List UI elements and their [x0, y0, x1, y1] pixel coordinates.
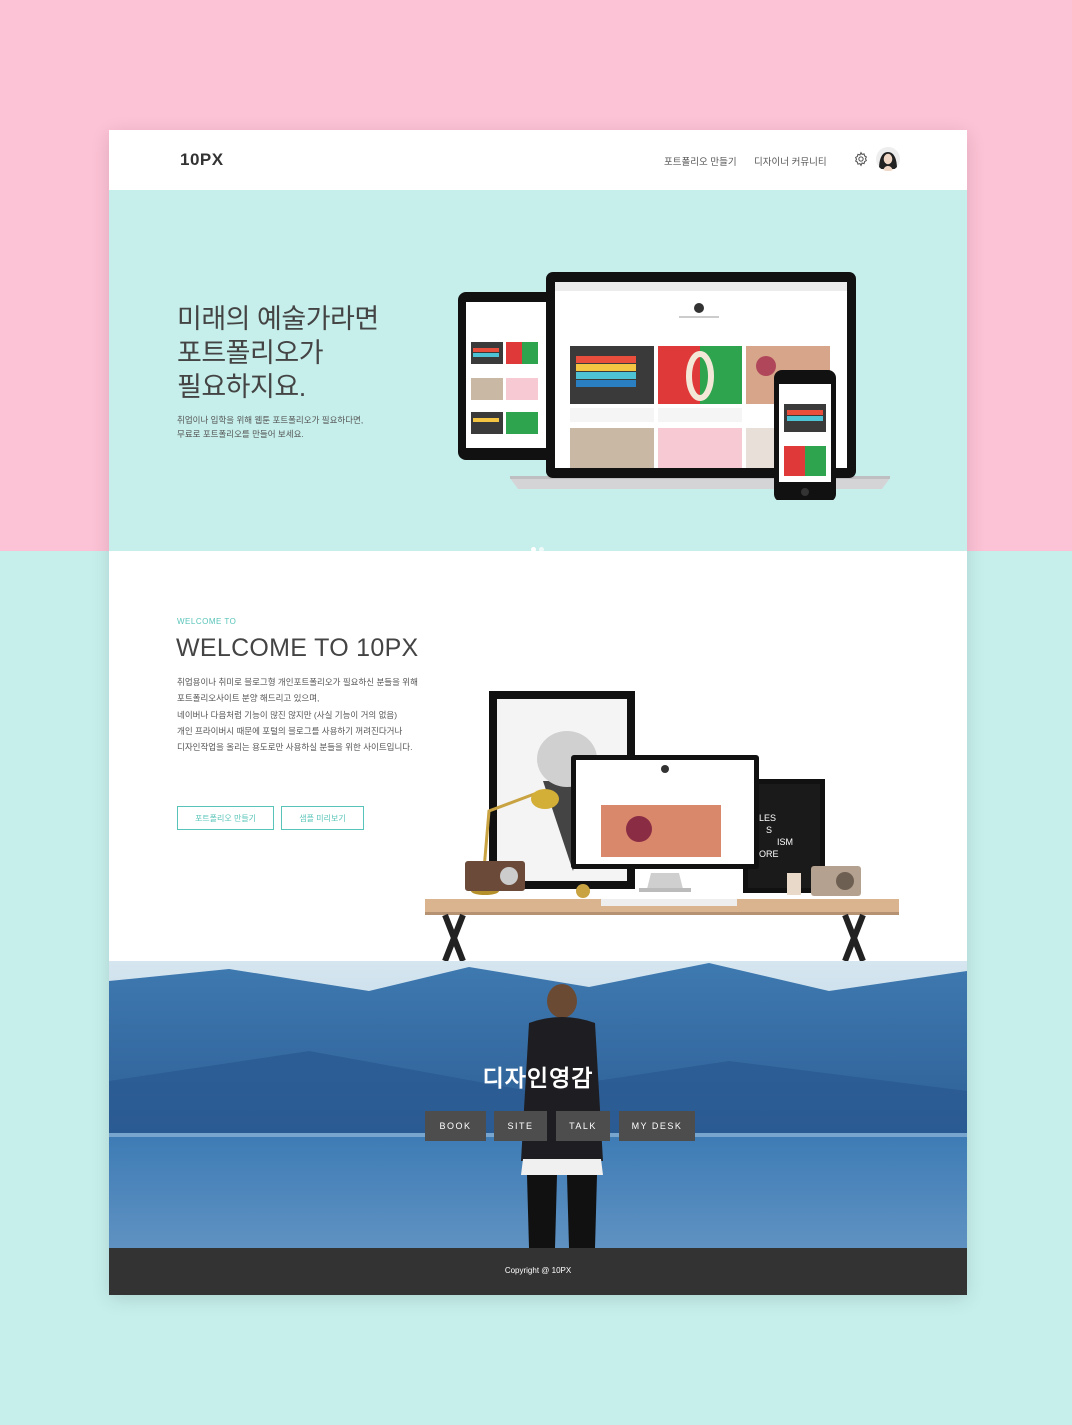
welcome-section: WELCOME TO WELCOME TO 10PX 취업용이나 취미로 블로그…	[109, 551, 967, 961]
welcome-desc-line: 취업용이나 취미로 블로그형 개인포트폴리오가 필요하신 분들을 위해	[177, 677, 418, 687]
hero-desc-line: 취업이나 입학을 위해 웹툰 포트폴리오가 필요하다면,	[177, 415, 364, 425]
nav-link-designer-community[interactable]: 디자이너 커뮤니티	[754, 154, 827, 168]
welcome-desc-line: 개인 프라이버시 때문에 포털의 블로그를 사용하기 꺼려진다거나	[177, 725, 403, 736]
design-inspiration-section: 디자인영감 BOOK SITE TALK MY DESK	[109, 961, 967, 1248]
make-portfolio-button[interactable]: 포트폴리오 만들기	[177, 806, 274, 830]
poster-text: ISM	[777, 837, 793, 847]
website-mockup: 10PX 포트폴리오 만들기 디자이너 커뮤니티 미래의 예술가라면 포트폴리오…	[109, 130, 967, 1295]
hero-title-line: 포트폴리오가	[177, 338, 324, 368]
welcome-desc-line: 네이버나 다음처럼 기능이 많진 않지만 (사실 기능이 거의 없음)	[177, 709, 398, 720]
lake-photo-background	[109, 961, 967, 1248]
gear-icon[interactable]	[853, 151, 869, 167]
desk-mockup-image: LES S ISM ORE	[425, 691, 899, 961]
hero-title: 미래의 예술가라면 포트폴리오가 필요하지요.	[177, 302, 379, 404]
welcome-desc-line: 디자인작업을 올리는 용도로만 사용하실 분들을 위한 사이트입니다.	[177, 742, 413, 753]
inspiration-talk-button[interactable]: TALK	[556, 1111, 610, 1141]
copyright-text: Copyright @ 10PX	[504, 1266, 572, 1275]
hero-title-line: 미래의 예술가라면	[177, 304, 379, 334]
welcome-title: WELCOME TO 10PX	[176, 634, 419, 662]
footer: Copyright @ 10PX	[109, 1248, 967, 1295]
hero-description: 취업이나 입학을 위해 웹툰 포트폴리오가 필요하다면, 무료로 포트폴리오를 …	[177, 413, 363, 441]
logo[interactable]: 10PX	[180, 150, 224, 170]
inspiration-book-button[interactable]: BOOK	[425, 1111, 486, 1141]
welcome-desc-line: 포트폴리오사이트 분양 해드리고 있으며,	[177, 693, 320, 704]
device-mockup-image	[458, 272, 890, 500]
nav-link-make-portfolio[interactable]: 포트폴리오 만들기	[664, 154, 737, 168]
top-navigation: 10PX 포트폴리오 만들기 디자이너 커뮤니티	[109, 130, 967, 190]
inspiration-my-desk-button[interactable]: MY DESK	[619, 1111, 695, 1141]
welcome-eyebrow: WELCOME TO	[177, 617, 237, 626]
inspiration-site-button[interactable]: SITE	[494, 1111, 547, 1141]
hero-banner: 미래의 예술가라면 포트폴리오가 필요하지요. 취업이나 입학을 위해 웹툰 포…	[109, 190, 967, 552]
poster-text: ORE	[759, 849, 779, 859]
avatar[interactable]	[876, 147, 900, 171]
hero-title-line: 필요하지요.	[177, 372, 306, 402]
inspiration-title: 디자인영감	[482, 1065, 594, 1091]
poster-text: LES	[759, 813, 776, 823]
hero-desc-line: 무료로 포트폴리오를 만들어 보세요.	[177, 429, 304, 439]
poster-text: S	[766, 825, 772, 835]
welcome-description: 취업용이나 취미로 블로그형 개인포트폴리오가 필요하신 분들을 위해 포트폴리…	[177, 674, 418, 755]
sample-preview-button[interactable]: 샘플 미리보기	[281, 806, 364, 830]
